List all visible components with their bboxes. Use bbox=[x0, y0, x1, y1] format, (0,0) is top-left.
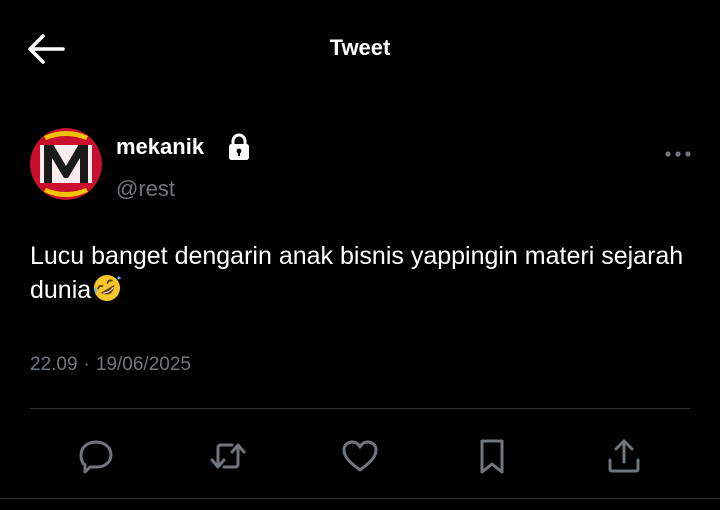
more-options-button[interactable] bbox=[660, 142, 696, 166]
tweet-text: Lucu banget dengarin anak bisnis yapping… bbox=[30, 240, 690, 307]
author-display-name[interactable]: mekanik bbox=[116, 134, 204, 160]
lock-icon bbox=[229, 133, 249, 160]
bookmark-icon bbox=[480, 439, 504, 474]
svg-text:M: M bbox=[65, 177, 67, 179]
tweet-time[interactable]: 22.09 bbox=[30, 354, 78, 375]
author-handle[interactable]: @rest bbox=[116, 176, 175, 202]
heart-icon bbox=[342, 440, 378, 472]
tweet-detail-screen: Tweet M mekanik @rest Lucu banget dengar… bbox=[0, 0, 720, 510]
share-button[interactable] bbox=[600, 432, 648, 480]
bookmark-button[interactable] bbox=[468, 432, 516, 480]
bottom-divider bbox=[0, 498, 720, 499]
meta-separator: · bbox=[83, 354, 90, 375]
more-horizontal-icon bbox=[665, 151, 691, 157]
rolling-on-the-floor-laughing-emoji-icon bbox=[94, 275, 122, 301]
top-bar: Tweet bbox=[0, 0, 720, 96]
page-title: Tweet bbox=[329, 35, 391, 60]
avatar-logo-icon: M bbox=[30, 128, 102, 200]
tweet-timestamp: 22.09 · 19/06/2025 bbox=[30, 354, 191, 376]
tweet-body: Lucu banget dengarin anak bisnis yapping… bbox=[30, 242, 684, 304]
like-button[interactable] bbox=[336, 432, 384, 480]
reply-button[interactable] bbox=[72, 432, 120, 480]
retweet-button[interactable] bbox=[204, 432, 252, 480]
action-bar bbox=[0, 428, 720, 484]
divider bbox=[30, 408, 690, 409]
reply-icon bbox=[79, 440, 113, 474]
tweet-author: M mekanik @rest bbox=[30, 128, 700, 204]
retweet-icon bbox=[210, 443, 246, 469]
share-icon bbox=[608, 439, 640, 473]
avatar[interactable]: M bbox=[30, 128, 102, 200]
tweet-date[interactable]: 19/06/2025 bbox=[96, 354, 191, 375]
